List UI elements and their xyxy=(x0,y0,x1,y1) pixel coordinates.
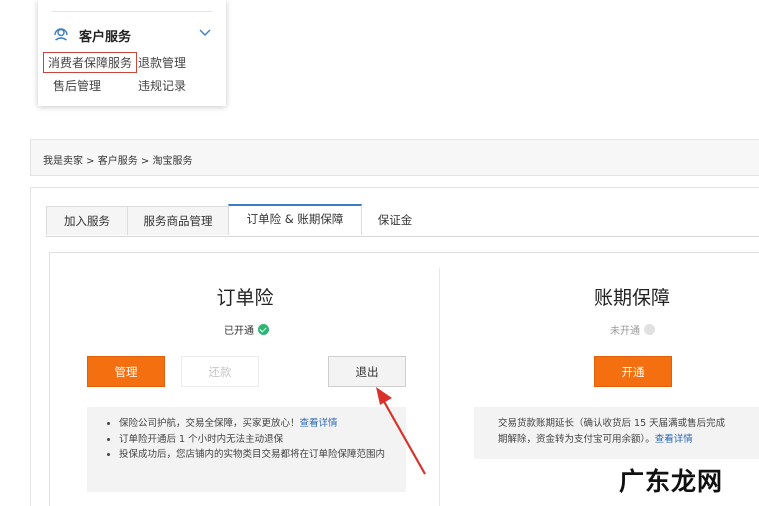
order-insurance-notes: 保险公司护航，交易全保障，买家更放心！查看详情 订单险开通后 1 个小时内无法主… xyxy=(87,407,406,492)
menu-item-consumer-protection[interactable]: 消费者保障服务 xyxy=(43,52,138,73)
circle-icon xyxy=(644,324,655,335)
tab-join-service[interactable]: 加入服务 xyxy=(46,206,128,235)
exit-button[interactable]: 退出 xyxy=(328,356,406,387)
status-text: 已开通 xyxy=(224,326,254,337)
menu-item-violation-records[interactable]: 违规记录 xyxy=(138,77,186,94)
menu-item-after-sales[interactable]: 售后管理 xyxy=(53,77,101,94)
tab-service-goods-management[interactable]: 服务商品管理 xyxy=(127,206,229,235)
check-circle-icon xyxy=(258,324,269,335)
billing-guarantee-status: 未开通 xyxy=(610,322,655,337)
view-details-link[interactable]: 查看详情 xyxy=(655,434,693,445)
note-item: 投保成功后，您店铺内的实物类目交易都将在订单险保障范围内 xyxy=(119,447,396,463)
note-item: 保险公司护航，交易全保障，买家更放心！查看详情 xyxy=(119,416,396,432)
watermark-logo: 广东龙网 xyxy=(618,467,723,496)
note-item: 订单险开通后 1 个小时内无法主动退保 xyxy=(119,432,396,448)
headset-icon xyxy=(54,28,68,41)
manage-button[interactable]: 管理 xyxy=(87,356,165,387)
activate-button[interactable]: 开通 xyxy=(594,356,672,387)
note-line: 期解除，资金转为支付宝可用余额）。查看详情 xyxy=(498,433,693,445)
note-line: 交易货款账期延长（确认收货后 15 天届满或售后完成 xyxy=(498,418,726,429)
status-text: 未开通 xyxy=(610,326,640,337)
menu-title: 客户服务 xyxy=(79,30,132,45)
breadcrumb-bar: 我是卖家 > 客户服务 > 淘宝服务 xyxy=(30,139,759,176)
chevron-down-icon[interactable] xyxy=(198,28,212,38)
order-insurance-title: 订单险 xyxy=(216,287,274,309)
view-details-link[interactable]: 查看详情 xyxy=(300,418,338,429)
red-arrow-annotation xyxy=(376,387,426,475)
breadcrumb[interactable]: 我是卖家 > 客户服务 > 淘宝服务 xyxy=(43,152,192,167)
menu-item-refund-management[interactable]: 退款管理 xyxy=(138,54,186,71)
billing-guarantee-notes: 交易货款账期延长（确认收货后 15 天届满或售后完成 期解除，资金转为支付宝可用… xyxy=(474,407,759,459)
order-insurance-status: 已开通 xyxy=(224,322,269,337)
billing-guarantee-title: 账期保障 xyxy=(593,287,670,309)
tab-bar: 加入服务 服务商品管理 订单险 & 账期保障 保证金 xyxy=(46,204,759,237)
customer-service-menu: 客户服务 消费者保障服务 退款管理 售后管理 违规记录 xyxy=(38,0,226,106)
tab-order-insurance-billing[interactable]: 订单险 & 账期保障 xyxy=(228,204,362,235)
tab-deposit[interactable]: 保证金 xyxy=(364,206,426,235)
repay-button[interactable]: 还款 xyxy=(181,356,259,387)
